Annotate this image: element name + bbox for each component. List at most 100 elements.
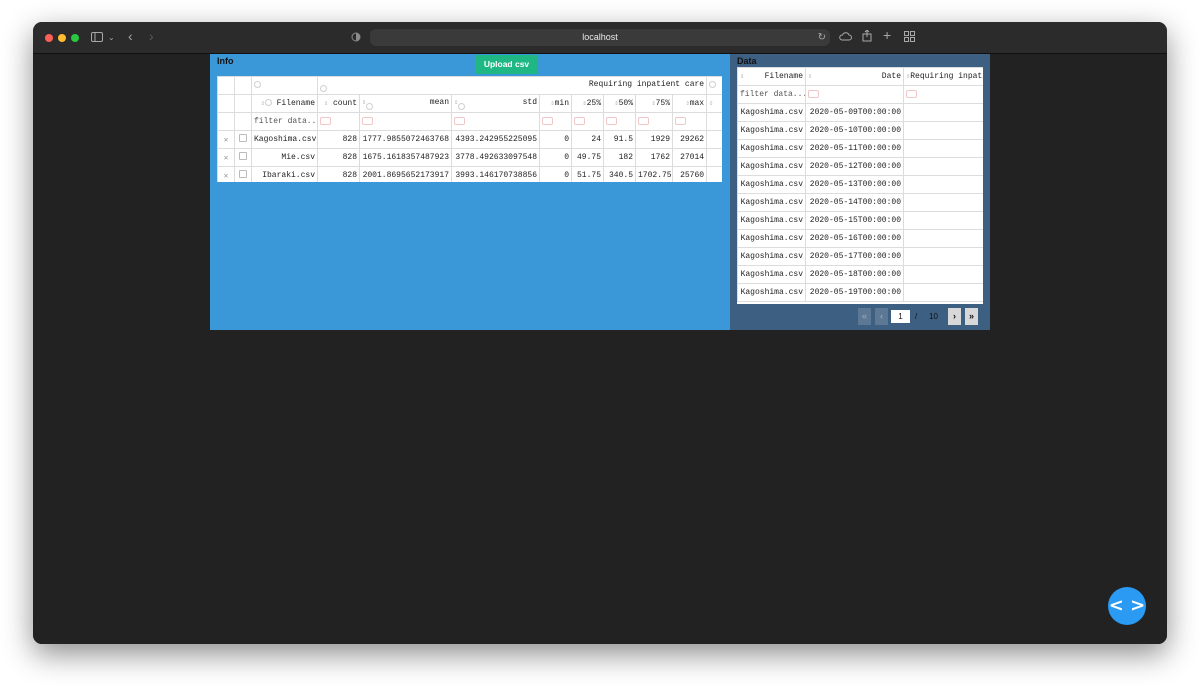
- minimize-window-button[interactable]: [58, 34, 66, 42]
- previous-page-button[interactable]: ‹: [875, 308, 888, 325]
- filter-input-date[interactable]: [805, 85, 904, 104]
- cell-75[interactable]: 1762: [635, 148, 673, 167]
- cell-requiring[interactable]: [903, 157, 983, 176]
- cell-std[interactable]: 3778.492633097548: [451, 148, 540, 167]
- column-control[interactable]: [706, 76, 722, 95]
- cell-filename[interactable]: Kagoshima.csv: [737, 211, 806, 230]
- cell-max[interactable]: 29262: [671, 130, 708, 149]
- column-header-filename[interactable]: ⇕ Filename: [251, 94, 318, 113]
- column-header-more[interactable]: ⇕: [706, 94, 722, 113]
- cell-filename[interactable]: Kagoshima.csv: [737, 139, 806, 158]
- first-page-button[interactable]: «: [858, 308, 871, 325]
- cell-min[interactable]: 0: [539, 166, 572, 182]
- column-control[interactable]: [251, 76, 318, 95]
- filter-input-std[interactable]: [451, 112, 540, 131]
- cell-filename[interactable]: Kagoshima.csv: [737, 283, 806, 302]
- column-header-25[interactable]: ⇕25%: [571, 94, 604, 113]
- row-select-checkbox[interactable]: [234, 148, 252, 167]
- cell-25[interactable]: 51.75: [571, 166, 604, 182]
- cell-filename[interactable]: Kagoshima.csv: [737, 265, 806, 284]
- cell-25[interactable]: 24: [571, 130, 604, 149]
- cell-max[interactable]: 27014: [671, 148, 708, 167]
- address-bar[interactable]: localhost ↻: [370, 29, 830, 46]
- cell-filename[interactable]: Kagoshima.csv: [737, 157, 806, 176]
- column-header-count[interactable]: ⇕ count: [317, 94, 360, 113]
- cell-requiring[interactable]: [903, 103, 983, 122]
- reload-icon[interactable]: ↻: [818, 32, 826, 44]
- cell-date[interactable]: 2020-05-17T00:00:00: [805, 247, 904, 266]
- delete-row-icon[interactable]: ✕: [217, 166, 235, 182]
- cell-requiring[interactable]: [903, 211, 983, 230]
- row-select-checkbox[interactable]: [234, 166, 252, 182]
- cell-filename[interactable]: Kagoshima.csv: [251, 130, 318, 149]
- close-window-button[interactable]: [45, 34, 53, 42]
- cell-requiring[interactable]: [903, 265, 983, 284]
- new-tab-icon[interactable]: +: [883, 28, 891, 42]
- code-brackets-icon[interactable]: < >: [1108, 587, 1146, 625]
- column-header-mean[interactable]: ⇕ mean: [359, 94, 452, 113]
- next-page-button[interactable]: ›: [948, 308, 961, 325]
- cell-requiring[interactable]: [903, 283, 983, 302]
- sidebar-toggle-icon[interactable]: [91, 32, 103, 44]
- cell-50[interactable]: 340.5: [603, 166, 636, 182]
- cell-requiring[interactable]: [903, 139, 983, 158]
- cell-requiring[interactable]: [903, 121, 983, 140]
- filter-input-min[interactable]: [539, 112, 572, 131]
- column-header-50[interactable]: ⇕50%: [603, 94, 636, 113]
- cell-mean[interactable]: 1777.9855072463768: [359, 130, 452, 149]
- cell-date[interactable]: 2020-05-14T00:00:00: [805, 193, 904, 212]
- cell-50[interactable]: 182: [603, 148, 636, 167]
- cell-50[interactable]: 91.5: [603, 130, 636, 149]
- upload-csv-button[interactable]: Upload csv: [476, 55, 537, 74]
- cloud-icon[interactable]: [839, 31, 852, 43]
- cell-date[interactable]: 2020-05-10T00:00:00: [805, 121, 904, 140]
- share-icon[interactable]: [862, 29, 872, 44]
- cell-date[interactable]: 2020-05-18T00:00:00: [805, 265, 904, 284]
- filter-input-max[interactable]: [671, 112, 708, 131]
- cell-min[interactable]: 0: [539, 130, 572, 149]
- column-header-75[interactable]: ⇕75%: [635, 94, 673, 113]
- cell-min[interactable]: 0: [539, 148, 572, 167]
- cell-filename[interactable]: Kagoshima.csv: [737, 229, 806, 248]
- delete-row-icon[interactable]: ✕: [217, 130, 235, 149]
- cell-date[interactable]: 2020-05-19T00:00:00: [805, 283, 904, 302]
- zoom-window-button[interactable]: [71, 34, 79, 42]
- cell-date[interactable]: 2020-05-13T00:00:00: [805, 175, 904, 194]
- filter-input-mean[interactable]: [359, 112, 452, 131]
- filter-input-filename[interactable]: filter data...: [251, 112, 318, 131]
- cell-max[interactable]: 25760: [671, 166, 708, 182]
- cell-filename[interactable]: Kagoshima.csv: [737, 121, 806, 140]
- cell-mean[interactable]: 1675.1618357487923: [359, 148, 452, 167]
- column-header-min[interactable]: ⇕min: [539, 94, 572, 113]
- cell-std[interactable]: 3993.146170738856: [451, 166, 540, 182]
- column-header-requiring-inpatient-care[interactable]: ⇕Requiring inpatient care: [903, 67, 983, 86]
- cell-requiring[interactable]: [903, 193, 983, 212]
- cell-date[interactable]: 2020-05-11T00:00:00: [805, 139, 904, 158]
- cell-date[interactable]: 2020-05-15T00:00:00: [805, 211, 904, 230]
- cell-filename[interactable]: Ibaraki.csv: [251, 166, 318, 182]
- cell-filename[interactable]: Kagoshima.csv: [737, 175, 806, 194]
- back-arrow-icon[interactable]: ‹: [128, 29, 133, 43]
- cell-75[interactable]: 1702.75: [635, 166, 673, 182]
- chevron-down-icon[interactable]: ⌄: [108, 32, 115, 44]
- filter-input-requiring[interactable]: [903, 85, 983, 104]
- cell-count[interactable]: 828: [317, 130, 360, 149]
- column-control[interactable]: [320, 84, 327, 92]
- cell-requiring[interactable]: [903, 229, 983, 248]
- filter-input-count[interactable]: [317, 112, 360, 131]
- column-header-max[interactable]: ⇕max: [671, 94, 708, 113]
- column-header-std[interactable]: ⇕ std: [451, 94, 540, 113]
- column-header-filename[interactable]: ⇕ Filename: [737, 67, 806, 86]
- cell-filename[interactable]: Kagoshima.csv: [737, 103, 806, 122]
- cell-requiring[interactable]: [903, 247, 983, 266]
- cell-date[interactable]: 2020-05-12T00:00:00: [805, 157, 904, 176]
- tab-overview-icon[interactable]: [904, 31, 915, 44]
- cell-25[interactable]: 49.75: [571, 148, 604, 167]
- cell-date[interactable]: 2020-05-09T00:00:00: [805, 103, 904, 122]
- cell-date[interactable]: 2020-05-16T00:00:00: [805, 229, 904, 248]
- filter-input-50[interactable]: [603, 112, 636, 131]
- cell-mean[interactable]: 2001.8695652173917: [359, 166, 452, 182]
- page-number-input[interactable]: 1: [891, 310, 910, 323]
- cell-75[interactable]: 1929: [635, 130, 673, 149]
- last-page-button[interactable]: »: [965, 308, 978, 325]
